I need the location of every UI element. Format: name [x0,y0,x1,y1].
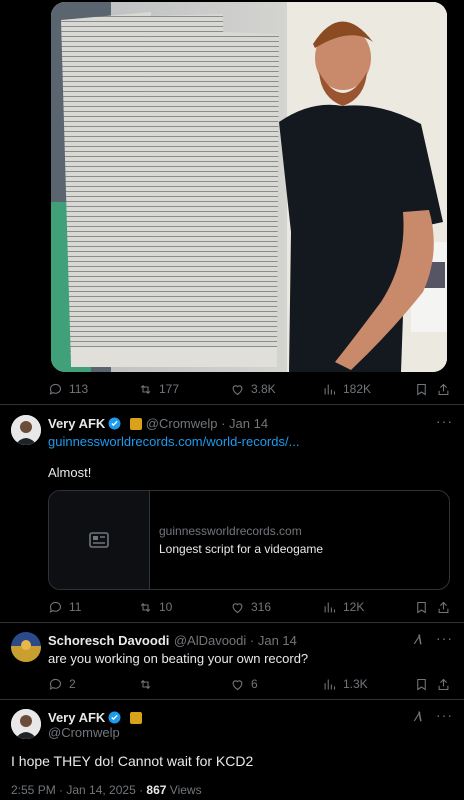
reply-action-bar: 2 6 1.3K [48,676,451,692]
more-options-icon[interactable]: ··· [436,707,453,723]
views-button[interactable]: 12K [322,600,364,615]
reply-count: 2 [69,677,76,691]
repost-icon [140,679,151,689]
photo-paper-stacks-man [51,2,447,372]
article-icon [89,532,109,548]
heart-icon [232,384,243,395]
reply-icon [49,678,62,690]
post-views-label: Views [166,783,202,797]
like-button[interactable]: 316 [230,600,271,615]
link-card[interactable]: guinnessworldrecords.com Longest script … [48,490,450,590]
reply-text: are you working on beating your own reco… [48,651,309,666]
repost-count: 10 [159,600,173,614]
repost-icon [140,602,151,612]
display-name[interactable]: Very AFK [48,416,105,431]
more-options-icon[interactable]: ··· [436,630,453,646]
reply-action-bar: 11 10 316 12K [48,599,451,615]
reply-button[interactable]: 113 [48,382,88,397]
avatar[interactable] [11,709,41,739]
reply-text: Almost! [48,465,92,480]
share-icon [438,383,449,395]
bookmark-button[interactable] [414,600,429,615]
heart-icon [232,602,243,613]
views-icon [324,384,336,394]
link-card-title: Longest script for a videogame [159,542,324,556]
verified-badge-icon [108,417,121,430]
bookmark-button[interactable] [414,382,429,397]
views-icon [324,602,336,612]
avatar-image [11,709,41,739]
divider [0,622,464,623]
post-action-bar: 113 177 3.8K 182K [48,381,451,397]
views-count: 1.3K [343,677,368,691]
post-text: I hope THEY do! Cannot wait for KCD2 [11,753,254,769]
bookmark-icon [417,601,426,613]
reply-icon [49,601,62,613]
reply-header: Very AFK @Cromwelp · Jan 14 [48,415,428,433]
reply-count: 113 [69,382,89,396]
views-count: 182K [343,382,372,396]
handle-and-date[interactable]: @Cromwelp · Jan 14 [146,416,268,431]
link-card-domain: guinnessworldrecords.com [159,524,302,538]
divider [0,699,464,700]
post-view-count: 867 [146,783,167,797]
views-icon [324,679,336,689]
bookmark-icon [417,383,426,395]
verified-badge-icon [108,711,121,724]
views-button[interactable]: 182K [322,382,371,397]
share-icon [438,678,449,690]
like-count: 316 [251,600,272,614]
repost-button[interactable]: 177 [138,382,179,397]
link-text[interactable]: guinnessworldrecords.com/world-records/.… [48,434,299,449]
bookmark-button[interactable] [414,677,429,692]
share-button[interactable] [436,600,451,615]
bookmark-icon [417,678,426,690]
like-count: 3.8K [251,382,276,396]
avatar[interactable] [11,415,41,445]
repost-icon [140,384,151,394]
post-meta: 2:55 PM · Jan 14, 2025 · 867 Views [11,783,202,797]
like-button[interactable]: 3.8K [230,382,276,397]
heart-icon [232,679,243,690]
like-button[interactable]: 6 [230,677,258,692]
views-button[interactable]: 1.3K [322,677,368,692]
handle[interactable]: @Cromwelp [48,725,120,740]
reply-count: 11 [69,600,82,614]
tweet-photo[interactable] [51,2,447,372]
affiliate-badge-icon [129,712,142,724]
affiliate-badge-icon [129,418,142,430]
avatar-image [11,632,41,662]
reply-header: Schoresch Davoodi @AlDavoodi · Jan 14 [48,632,408,650]
post-timestamp[interactable]: 2:55 PM · Jan 14, 2025 · [11,783,146,797]
display-name[interactable]: Schoresch Davoodi [48,633,169,648]
reply-button[interactable]: 2 [48,677,76,692]
reply-icon [49,383,62,395]
views-count: 12K [343,600,365,614]
grok-icon[interactable]: ⁄\ [416,709,422,724]
share-button[interactable] [436,677,451,692]
like-count: 6 [251,677,258,691]
avatar[interactable] [11,632,41,662]
avatar-image [11,415,41,445]
link-card-thumbnail [49,491,150,589]
repost-button[interactable]: 10 [138,600,172,615]
grok-icon[interactable]: ⁄\ [416,632,422,647]
share-button[interactable] [436,382,451,397]
display-name[interactable]: Very AFK [48,710,105,725]
reply-button[interactable]: 11 [48,600,81,615]
repost-count: 177 [159,382,180,396]
divider [0,404,464,405]
repost-button[interactable] [138,677,159,692]
share-icon [438,601,449,613]
more-options-icon[interactable]: ··· [436,413,453,429]
handle-and-date[interactable]: @AlDavoodi · Jan 14 [174,633,297,648]
